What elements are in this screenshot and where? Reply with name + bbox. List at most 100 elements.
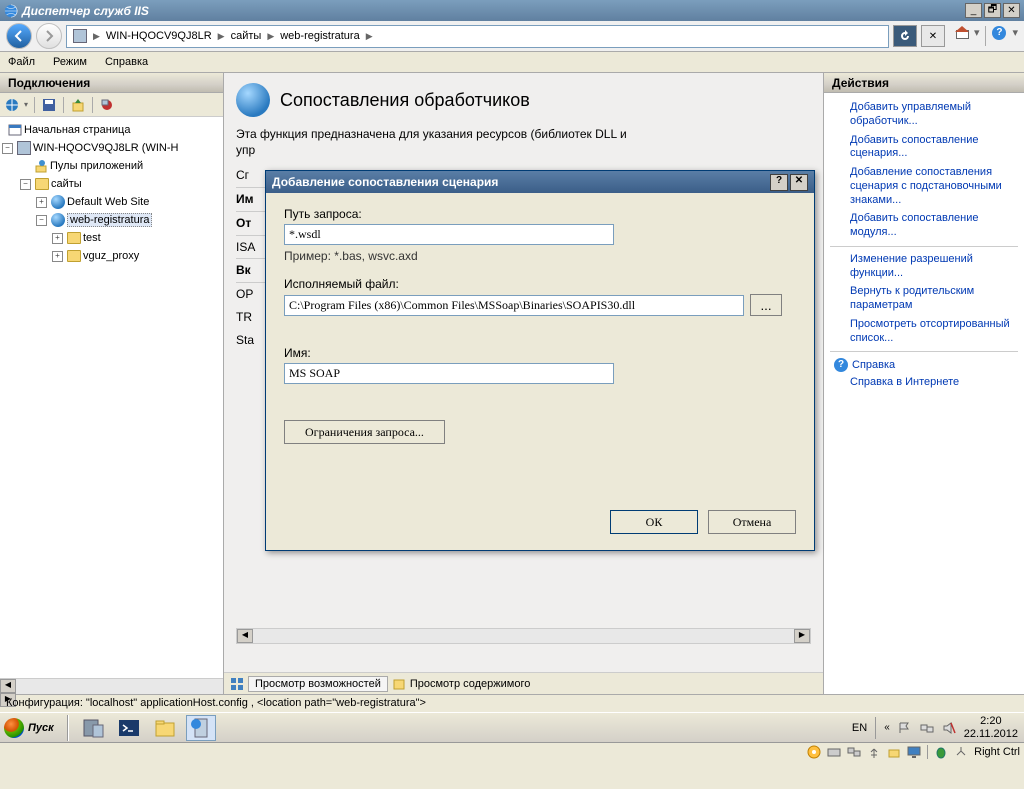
windows-orb-icon [4, 718, 24, 738]
nav-back-button[interactable] [6, 23, 32, 49]
vm-network-icon[interactable] [847, 745, 861, 759]
view-content-tab[interactable]: Просмотр содержимого [410, 678, 531, 690]
tree-default-site[interactable]: + Default Web Site [2, 193, 221, 211]
connections-header: Подключения [0, 73, 223, 93]
tree-scrollbar[interactable]: ◀ ▶ [0, 678, 223, 694]
status-bar: Конфигурация: "localhost" applicationHos… [0, 694, 1024, 712]
vm-mouse-icon[interactable] [934, 745, 948, 759]
request-restrictions-button[interactable]: Ограничения запроса... [284, 420, 445, 444]
vm-keyboard-icon[interactable] [954, 745, 968, 759]
tree-test[interactable]: + test [2, 229, 221, 247]
dialog-help-button[interactable]: ? [770, 174, 788, 191]
browse-button[interactable]: ... [750, 294, 782, 316]
connect-icon[interactable] [4, 97, 20, 113]
action-revert-parent[interactable]: Вернуть к родительским параметрам [828, 283, 1020, 315]
tree-web-registratura[interactable]: − web-registratura [2, 211, 221, 229]
expand-icon[interactable]: + [52, 251, 63, 262]
task-iis-manager[interactable] [186, 715, 216, 741]
menu-help[interactable]: Справка [105, 56, 148, 68]
vm-hdd-icon[interactable] [827, 745, 841, 759]
chevron-right-icon: ▶ [267, 31, 274, 42]
task-powershell[interactable] [114, 715, 144, 741]
connections-tree[interactable]: Начальная страница − WIN-HQOCV9QJ8LR (WI… [0, 117, 223, 678]
name-input[interactable] [284, 363, 614, 384]
home-icon[interactable] [955, 26, 968, 39]
clock[interactable]: 2:20 22.11.2012 [964, 715, 1018, 739]
action-help[interactable]: ? Справка [828, 356, 1020, 374]
request-path-hint: Пример: *.bas, wsvc.axd [284, 249, 796, 263]
dropdown-icon[interactable]: ▾ [1012, 26, 1018, 46]
close-button[interactable]: ✕ [1003, 3, 1020, 18]
connections-panel: Подключения ▾ Начальная страница − WIN-H… [0, 73, 224, 694]
actions-header: Действия [824, 73, 1024, 93]
start-button[interactable]: Пуск [0, 714, 64, 742]
vm-usb-icon[interactable] [867, 745, 881, 759]
chevron-right-icon: ▶ [218, 31, 225, 42]
menu-file[interactable]: Файл [8, 56, 35, 68]
breadcrumb-site[interactable]: web-registratura [280, 30, 359, 42]
dropdown-icon[interactable]: ▾ [974, 26, 980, 46]
minimize-button[interactable]: _ [965, 3, 982, 18]
ok-button[interactable]: ОК [610, 510, 698, 534]
tree-app-pools[interactable]: Пулы приложений [2, 157, 221, 175]
executable-input[interactable] [284, 295, 744, 316]
connections-toolbar: ▾ [0, 93, 223, 117]
network-icon[interactable] [920, 721, 934, 735]
stop-button[interactable]: ✕ [921, 25, 945, 47]
tree-vguz-proxy[interactable]: + vguz_proxy [2, 247, 221, 265]
start-page-icon [8, 123, 22, 137]
tree-sites[interactable]: − сайты [2, 175, 221, 193]
flag-icon[interactable] [898, 721, 912, 735]
collapse-icon[interactable]: − [20, 179, 31, 190]
dialog-close-button[interactable]: ✕ [790, 174, 808, 191]
vm-display-icon[interactable] [907, 745, 921, 759]
action-edit-permissions[interactable]: Изменение разрешений функции... [828, 251, 1020, 283]
handler-mappings-icon [236, 83, 270, 117]
view-features-tab[interactable]: Просмотр возможностей [248, 676, 388, 692]
nav-forward-button[interactable] [36, 23, 62, 49]
request-path-input[interactable] [284, 224, 614, 245]
expand-icon[interactable]: + [36, 197, 47, 208]
scroll-right-icon[interactable]: ▶ [794, 629, 810, 643]
menu-mode[interactable]: Режим [53, 56, 87, 68]
scroll-left-icon[interactable]: ◀ [237, 629, 253, 643]
stop-server-icon[interactable] [99, 97, 115, 113]
collapse-icon[interactable]: − [2, 143, 13, 154]
expand-icon[interactable]: + [52, 233, 63, 244]
vm-shared-icon[interactable] [887, 745, 901, 759]
center-scrollbar[interactable]: ◀ ▶ [236, 628, 811, 644]
task-explorer[interactable] [150, 715, 180, 741]
save-icon[interactable] [41, 97, 57, 113]
action-add-managed[interactable]: Добавить управляемый обработчик... [828, 99, 1020, 131]
cancel-button[interactable]: Отмена [708, 510, 796, 534]
action-add-script[interactable]: Добавить сопоставление сценария... [828, 132, 1020, 164]
refresh-button[interactable] [893, 25, 917, 47]
folder-icon [67, 250, 81, 262]
tray-expand-icon[interactable]: « [884, 722, 890, 733]
up-icon[interactable] [70, 97, 86, 113]
refresh-icon [898, 29, 912, 43]
breadcrumb-sites[interactable]: сайты [231, 30, 262, 42]
add-script-mapping-dialog: Добавление сопоставления сценария ? ✕ Пу… [265, 170, 815, 551]
tree-server[interactable]: − WIN-HQOCV9QJ8LR (WIN-H [2, 139, 221, 157]
executable-label: Исполняемый файл: [284, 277, 796, 291]
action-view-sorted[interactable]: Просмотреть отсортированный список... [828, 316, 1020, 348]
vm-disc-icon[interactable] [807, 745, 821, 759]
folder-icon [35, 178, 49, 190]
features-view-icon [230, 677, 244, 691]
action-help-online[interactable]: Справка в Интернете [828, 374, 1020, 392]
arrow-right-icon [42, 29, 56, 43]
help-icon[interactable]: ? [992, 26, 1006, 40]
breadcrumb-host[interactable]: WIN-HQOCV9QJ8LR [106, 30, 212, 42]
collapse-icon[interactable]: − [36, 215, 47, 226]
lang-indicator[interactable]: EN [852, 722, 867, 734]
action-add-wildcard[interactable]: Добавление сопоставления сценария с подс… [828, 164, 1020, 209]
task-server-manager[interactable] [78, 715, 108, 741]
dropdown-icon[interactable]: ▾ [24, 100, 28, 109]
tree-start-page[interactable]: Начальная страница [2, 121, 221, 139]
restore-button[interactable]: 🗗 [984, 3, 1001, 18]
scroll-left-icon[interactable]: ◀ [0, 679, 16, 693]
action-add-module[interactable]: Добавить сопоставление модуля... [828, 210, 1020, 242]
volume-icon[interactable] [942, 721, 956, 735]
address-bar[interactable]: ▶ WIN-HQOCV9QJ8LR ▶ сайты ▶ web-registra… [66, 25, 889, 48]
